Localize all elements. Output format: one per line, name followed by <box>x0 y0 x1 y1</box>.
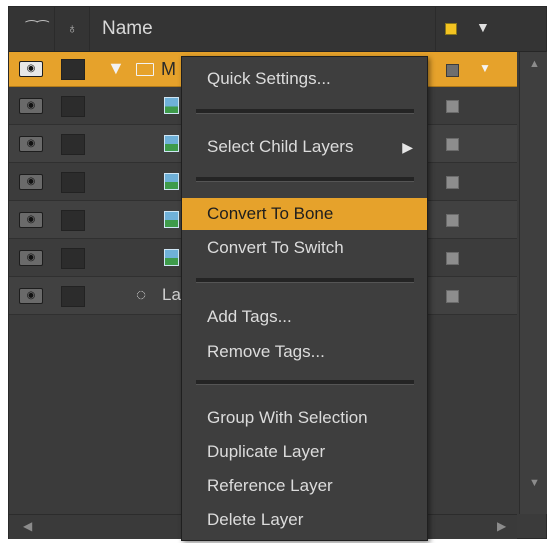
lock-toggle[interactable] <box>61 96 85 117</box>
shape-layer-icon: ◌ <box>136 285 147 304</box>
lock-icon[interactable]: ♁ <box>67 20 78 36</box>
image-layer-icon <box>164 173 179 190</box>
visibility-toggle-icon[interactable]: ◉ <box>19 61 43 77</box>
menu-item-reference-layer[interactable]: Reference Layer <box>182 470 427 502</box>
menu-item-select-child-layers[interactable]: Select Child Layers ▶ <box>182 131 427 163</box>
image-layer-icon <box>164 135 179 152</box>
menu-separator <box>196 380 414 385</box>
name-column-header[interactable]: Name <box>102 18 153 40</box>
image-layer-icon <box>164 97 179 114</box>
menu-separator <box>196 177 414 182</box>
lock-toggle[interactable] <box>61 134 85 155</box>
menu-separator <box>196 278 414 283</box>
header-divider <box>89 7 90 51</box>
menu-item-remove-tags[interactable]: Remove Tags... <box>182 336 427 368</box>
folder-icon <box>136 63 154 76</box>
layer-name[interactable]: M <box>161 59 176 80</box>
header-divider <box>54 7 55 51</box>
menu-item-label: Convert To Switch <box>207 238 344 257</box>
menu-item-label: Delete Layer <box>207 510 304 529</box>
lock-toggle[interactable] <box>61 248 85 269</box>
menu-item-convert-to-switch[interactable]: Convert To Switch <box>182 232 427 264</box>
menu-item-label: Quick Settings... <box>207 69 331 88</box>
layer-context-menu: Quick Settings... Select Child Layers ▶ … <box>181 56 428 541</box>
layer-color-chip[interactable] <box>446 290 459 303</box>
image-layer-icon <box>164 249 179 266</box>
menu-item-label: Reference Layer <box>207 476 333 495</box>
menu-item-label: Group With Selection <box>207 408 368 427</box>
lock-toggle[interactable] <box>61 59 85 80</box>
layer-color-chip[interactable] <box>446 138 459 151</box>
layer-color-chip[interactable] <box>446 64 459 77</box>
lock-toggle[interactable] <box>61 286 85 307</box>
submenu-arrow-icon: ▶ <box>402 139 413 155</box>
menu-item-duplicate-layer[interactable]: Duplicate Layer <box>182 436 427 468</box>
menu-item-label: Duplicate Layer <box>207 442 326 461</box>
scroll-up-icon[interactable]: ▲ <box>529 58 540 70</box>
lock-toggle[interactable] <box>61 210 85 231</box>
visibility-toggle-icon[interactable]: ◉ <box>19 98 43 114</box>
lock-toggle[interactable] <box>61 172 85 193</box>
scroll-down-icon[interactable]: ▼ <box>529 477 540 489</box>
link-icon[interactable]: ⁀⁀ <box>26 20 49 37</box>
layer-color-chip[interactable] <box>446 214 459 227</box>
menu-item-label: Convert To Bone <box>207 204 334 223</box>
color-column-icon[interactable] <box>445 23 457 35</box>
menu-item-group-with-selection[interactable]: Group With Selection <box>182 402 427 434</box>
header-divider <box>435 7 436 51</box>
visibility-toggle-icon[interactable]: ◉ <box>19 174 43 190</box>
visibility-toggle-icon[interactable]: ◉ <box>19 250 43 266</box>
vertical-scrollbar[interactable]: ▲ ▼ <box>519 52 547 514</box>
menu-item-label: Remove Tags... <box>207 342 325 361</box>
layer-name[interactable]: La <box>162 285 181 305</box>
menu-item-add-tags[interactable]: Add Tags... <box>182 301 427 333</box>
visibility-toggle-icon[interactable]: ◉ <box>19 136 43 152</box>
menu-item-label: Select Child Layers <box>207 137 354 156</box>
scroll-right-icon[interactable]: ▶ <box>497 519 506 533</box>
menu-item-convert-to-bone[interactable]: Convert To Bone <box>182 198 427 230</box>
menu-separator <box>196 109 414 114</box>
image-layer-icon <box>164 211 179 228</box>
visibility-toggle-icon[interactable]: ◉ <box>19 212 43 228</box>
layer-color-chip[interactable] <box>446 252 459 265</box>
layers-header: ⁀⁀ ♁ Name ▼ <box>9 7 546 52</box>
menu-item-label: Add Tags... <box>207 307 292 326</box>
layer-color-chip[interactable] <box>446 176 459 189</box>
expand-triangle-icon[interactable]: ▼ <box>107 58 125 79</box>
menu-item-delete-layer[interactable]: Delete Layer <box>182 504 427 536</box>
visibility-toggle-icon[interactable]: ◉ <box>19 288 43 304</box>
chevron-down-icon[interactable]: ▼ <box>479 61 491 75</box>
chevron-down-icon[interactable]: ▼ <box>476 19 490 35</box>
menu-item-quick-settings[interactable]: Quick Settings... <box>182 63 427 95</box>
layer-color-chip[interactable] <box>446 100 459 113</box>
scroll-left-icon[interactable]: ◀ <box>23 519 32 533</box>
